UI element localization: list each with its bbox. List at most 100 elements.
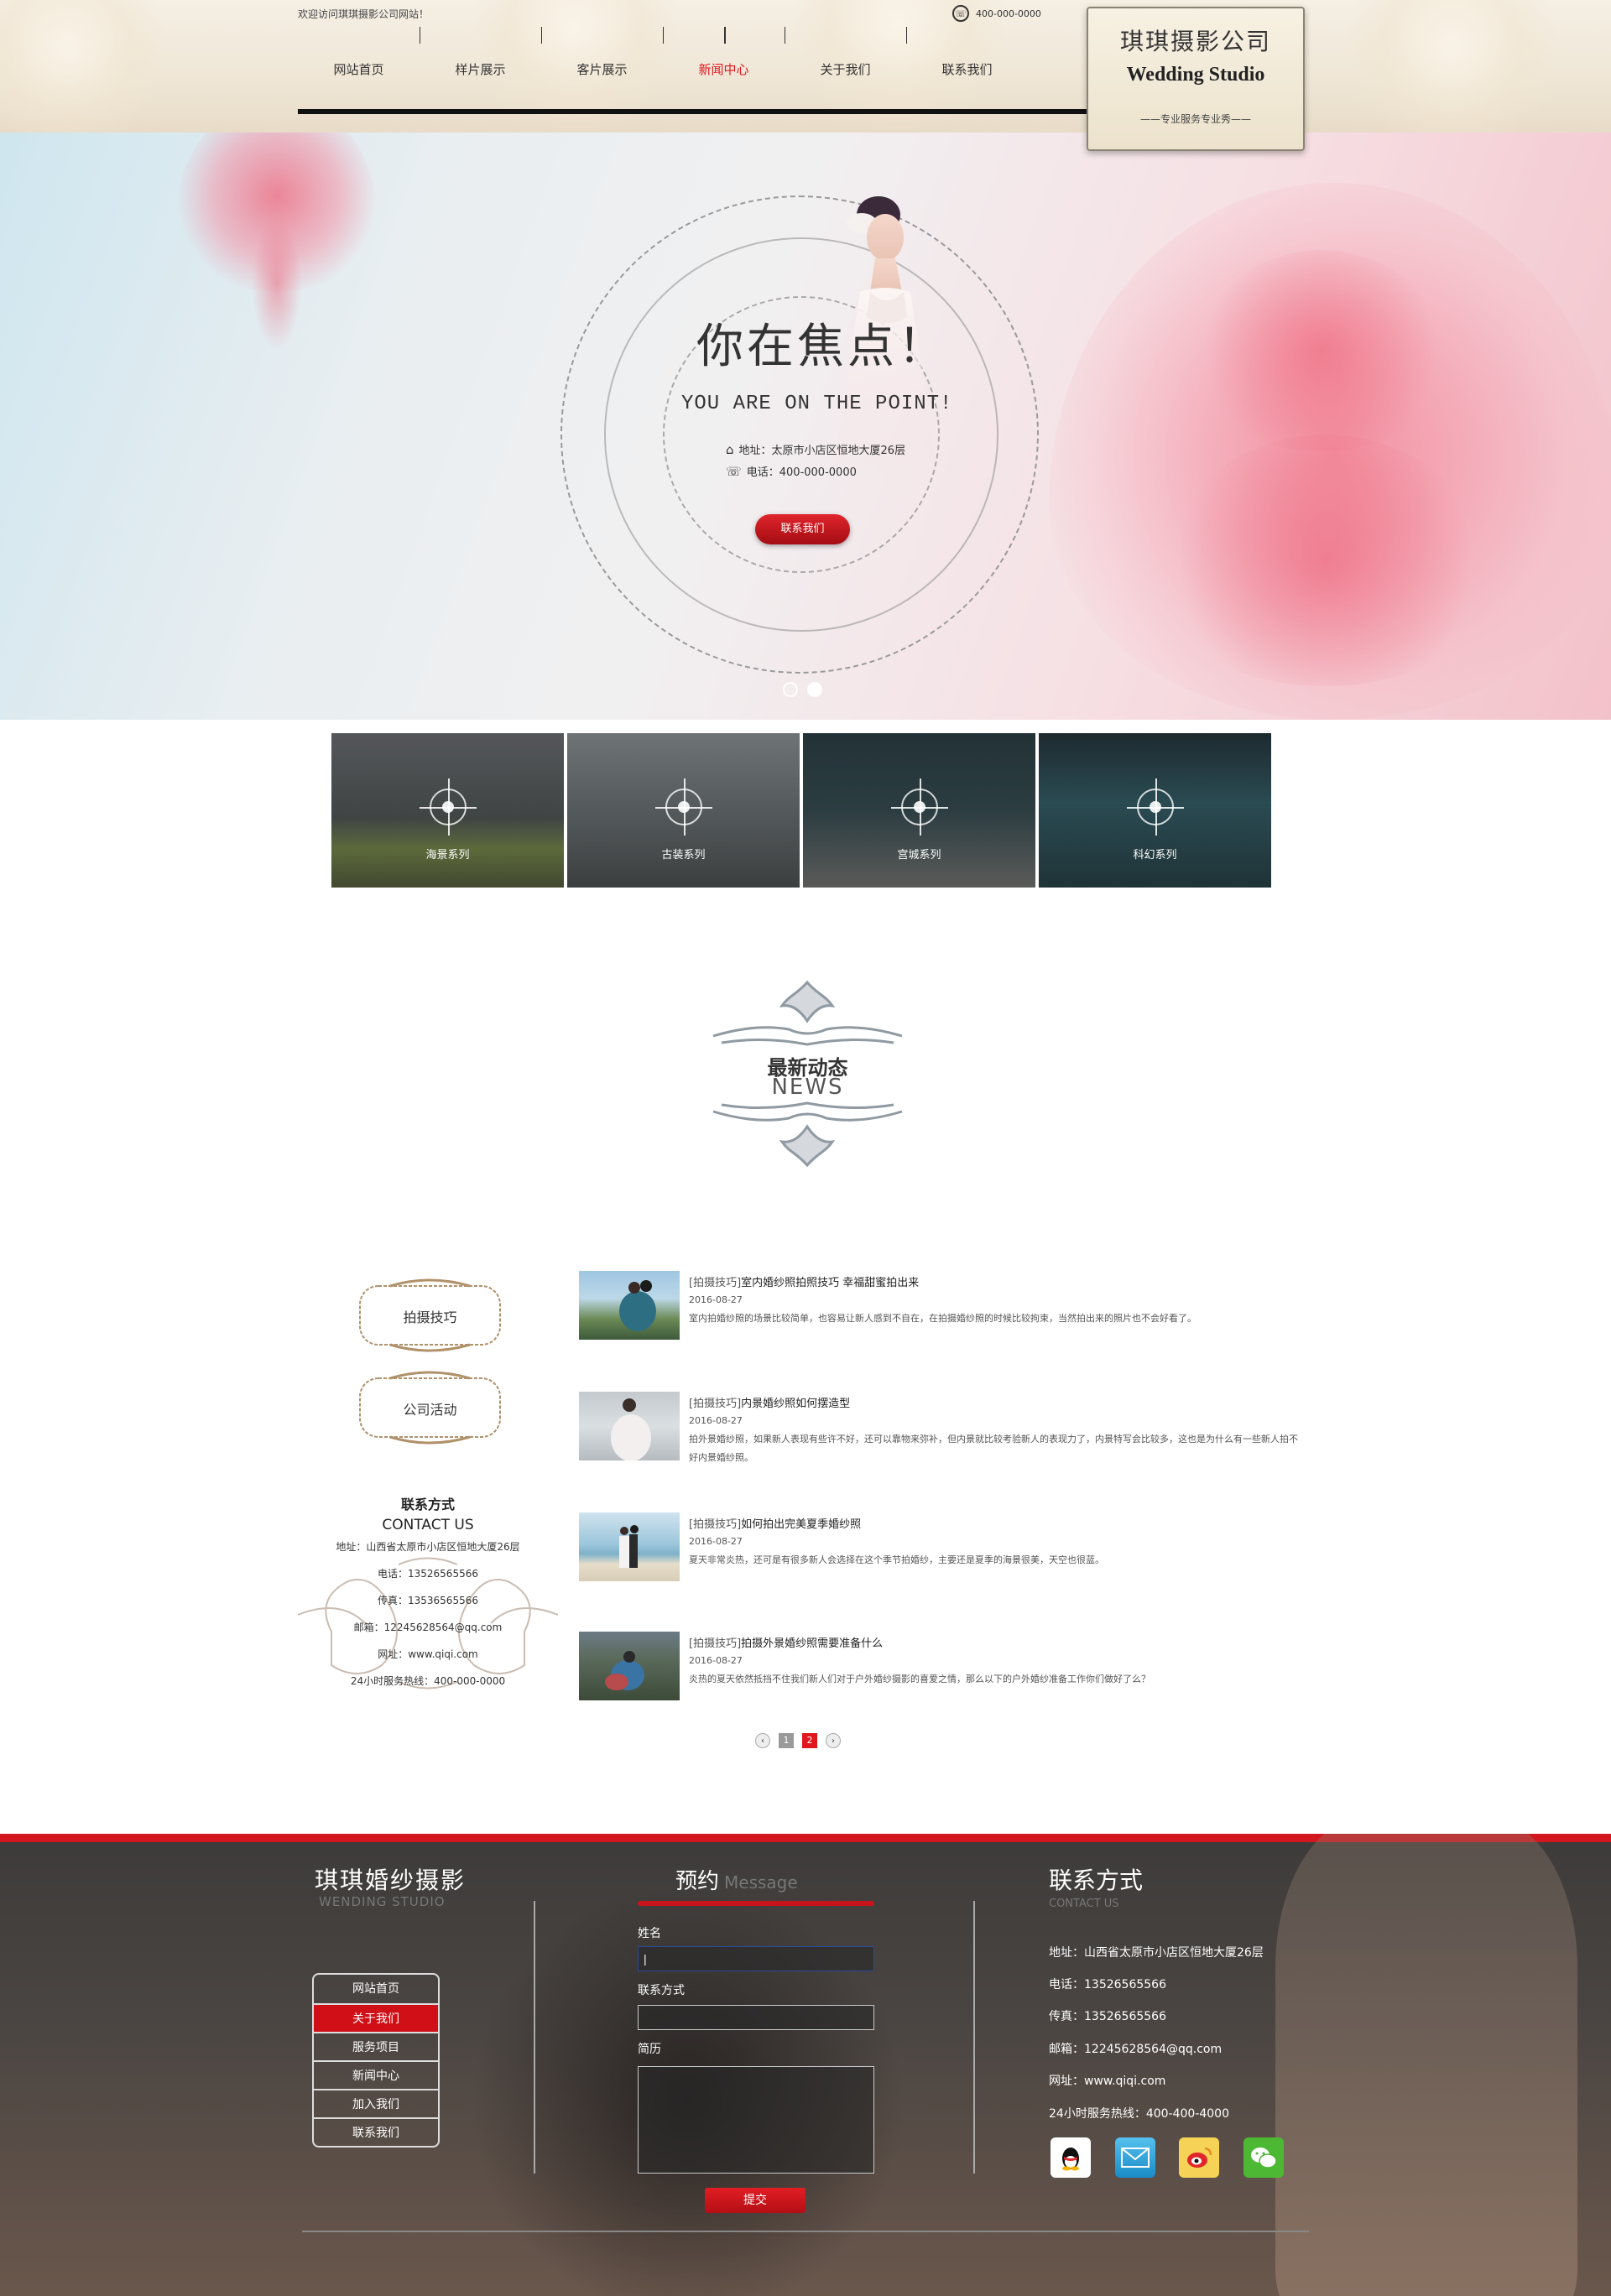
- mail-icon[interactable]: [1115, 2137, 1155, 2178]
- focus-dot: [1149, 801, 1161, 813]
- footer-fax: 传真：13526565566: [1049, 2010, 1166, 2023]
- site-footer: 琪琪婚纱摄影 WENDING STUDIO 网站首页 关于我们 服务项目 新闻中…: [0, 1834, 1611, 2296]
- banner-phone-text: 电话：400-000-0000: [746, 466, 857, 479]
- decor-building: [1275, 1834, 1577, 2296]
- booking-title-bar: [638, 1901, 874, 1906]
- news-thumbnail[interactable]: [579, 1271, 680, 1340]
- footer-menu-news[interactable]: 新闻中心: [314, 2060, 438, 2089]
- logo-en: Wedding Studio: [1126, 64, 1265, 86]
- news-date: 2016-08-27: [689, 1536, 743, 1547]
- footer-menu-home[interactable]: 网站首页: [314, 1975, 438, 2003]
- contact-method-input[interactable]: [638, 2005, 874, 2030]
- submit-button[interactable]: 提交: [705, 2188, 806, 2213]
- booking-title-cn: 预约: [675, 1869, 720, 1894]
- category-label: 拍摄技巧: [403, 1309, 457, 1325]
- news-date: 2016-08-27: [689, 1415, 743, 1426]
- news-tag: [拍摄技巧]: [689, 1518, 742, 1531]
- site-logo[interactable]: 琪琪摄影公司 Wedding Studio ——专业服务专业秀——: [1087, 7, 1305, 151]
- footer-brand-en: WENDING STUDIO: [319, 1894, 446, 1909]
- news-section-heading: 最新动态 NEWS: [705, 977, 910, 1170]
- footer-contact-title-en: CONTACT US: [1049, 1898, 1119, 1910]
- news-tag: [拍摄技巧]: [689, 1637, 742, 1650]
- page-1-button[interactable]: 1: [779, 1733, 794, 1748]
- news-desc: 拍外景婚纱照，如果新人表现有些许不好，还可以靠物来弥补，但内景就比较考验新人的表…: [689, 1434, 1298, 1463]
- name-input[interactable]: [638, 1946, 874, 1971]
- footer-menu-about[interactable]: 关于我们: [314, 2003, 438, 2032]
- footer-menu-join[interactable]: 加入我们: [314, 2089, 438, 2117]
- footer-brand: 琪琪婚纱摄影: [315, 1866, 467, 1894]
- booking-title: 预约 Message: [675, 1864, 798, 1895]
- pagination: ‹ 1 2 ›: [755, 1733, 841, 1748]
- contact-us-button[interactable]: 联系我们: [755, 514, 850, 544]
- name-label: 姓名: [638, 1927, 661, 1940]
- slide-dot-1[interactable]: [783, 682, 798, 697]
- footer-divider: [973, 1901, 975, 2174]
- news-title[interactable]: [拍摄技巧]如何拍出完美夏季婚纱照: [689, 1515, 861, 1531]
- sidebar-website: 网址：www.qiqi.com: [378, 1648, 478, 1660]
- next-page-button[interactable]: ›: [826, 1733, 841, 1748]
- resume-textarea[interactable]: [638, 2066, 874, 2174]
- wechat-icon[interactable]: [1243, 2137, 1284, 2178]
- news-title[interactable]: [拍摄技巧]室内婚纱照拍照技巧 幸福甜蜜拍出来: [689, 1273, 919, 1289]
- category-company-events[interactable]: 公司活动: [357, 1370, 503, 1445]
- footer-menu: 网站首页 关于我们 服务项目 新闻中心 加入我们 联系我们: [312, 1973, 440, 2148]
- news-title[interactable]: [拍摄技巧]内景婚纱照如何摆造型: [689, 1394, 850, 1410]
- nav-about[interactable]: 关于我们: [785, 27, 906, 77]
- series-card-seascape[interactable]: 海景系列: [331, 733, 564, 888]
- page-2-button-current[interactable]: 2: [802, 1733, 817, 1748]
- series-card-ancient[interactable]: 古装系列: [567, 733, 800, 888]
- sidebar-fax: 传真：13536565566: [378, 1595, 478, 1606]
- news-thumbnail[interactable]: [579, 1392, 680, 1460]
- phone-icon: ☏: [952, 5, 969, 22]
- news-thumbnail[interactable]: [579, 1632, 680, 1700]
- series-card-palace[interactable]: 宫城系列: [803, 733, 1035, 888]
- series-card-scifi[interactable]: 科幻系列: [1039, 733, 1271, 888]
- focus-dot: [913, 801, 925, 813]
- news-desc: 夏天非常炎热，还可是有很多新人会选择在这个季节拍婚纱，主要还是夏季的海景很美，天…: [689, 1554, 1104, 1565]
- series-gallery: 海景系列 古装系列 宫城系列 科幻系列: [331, 733, 1271, 888]
- news-thumbnail[interactable]: [579, 1512, 680, 1581]
- footer-hotline: 24小时服务热线：400-400-4000: [1049, 2107, 1229, 2121]
- banner-address: ⌂ 地址：太原市小店区恒地大厦26层: [726, 441, 906, 458]
- prev-page-button[interactable]: ‹: [755, 1733, 770, 1748]
- nav-underline: [298, 109, 1091, 114]
- banner-address-text: 地址：太原市小店区恒地大厦26层: [738, 445, 906, 457]
- news-desc: 室内拍婚纱照的场景比较简单，也容易让新人感到不自在，在拍摄婚纱照的时候比较拘束，…: [689, 1313, 1197, 1324]
- series-label: 科幻系列: [1133, 849, 1177, 862]
- logo-cn: 琪琪摄影公司: [1119, 28, 1271, 55]
- footer-contact-title: 联系方式: [1049, 1866, 1144, 1894]
- site-header: 欢迎访问琪琪摄影公司网站！ ☏ 400-000-0000 网站首页 样片展示 客…: [0, 0, 1611, 133]
- location-icon: ⌂: [726, 441, 734, 457]
- news-date: 2016-08-27: [689, 1655, 743, 1666]
- news-heading-en: NEWS: [771, 1075, 844, 1100]
- news-tag: [拍摄技巧]: [689, 1277, 742, 1289]
- sidebar-phone: 电话：13526565566: [378, 1568, 478, 1580]
- resume-label: 简历: [638, 2043, 661, 2056]
- series-label: 宫城系列: [897, 849, 941, 862]
- nav-home[interactable]: 网站首页: [298, 27, 420, 77]
- top-phone-number: 400-000-0000: [976, 8, 1041, 19]
- phone-icon: ☏: [726, 463, 742, 479]
- nav-news[interactable]: 新闻中心: [663, 27, 785, 77]
- sidebar-hotline: 24小时服务热线：400-000-0000: [350, 1675, 506, 1687]
- sidebar-contact: 联系方式 CONTACT US 地址：山西省太原市小店区恒地大厦26层 电话：1…: [298, 1493, 558, 1695]
- nav-contact[interactable]: 联系我们: [906, 27, 1028, 77]
- top-phone: ☏ 400-000-0000: [952, 5, 1041, 22]
- sidebar-contact-title-en: CONTACT US: [382, 1517, 474, 1533]
- footer-menu-contact[interactable]: 联系我们: [314, 2117, 438, 2146]
- footer-menu-services[interactable]: 服务项目: [314, 2032, 438, 2060]
- series-label: 古装系列: [661, 849, 706, 862]
- weibo-icon[interactable]: [1179, 2137, 1219, 2178]
- nav-samples[interactable]: 样片展示: [420, 27, 541, 77]
- news-title[interactable]: [拍摄技巧]拍摄外景婚纱照需要准备什么: [689, 1634, 883, 1650]
- category-shooting-tips[interactable]: 拍摄技巧: [357, 1278, 503, 1353]
- sidebar-contact-title: 联系方式: [400, 1497, 455, 1512]
- qq-icon[interactable]: [1051, 2137, 1091, 2178]
- news-title-text: 如何拍出完美夏季婚纱照: [741, 1518, 862, 1531]
- footer-divider: [534, 1901, 535, 2174]
- banner-title: 你在焦点！: [696, 320, 948, 374]
- footer-bottom-line: [302, 2231, 1309, 2232]
- slide-dot-2-active[interactable]: [807, 682, 822, 697]
- footer-website: 网址：www.qiqi.com: [1049, 2075, 1166, 2088]
- nav-clients[interactable]: 客片展示: [541, 27, 663, 77]
